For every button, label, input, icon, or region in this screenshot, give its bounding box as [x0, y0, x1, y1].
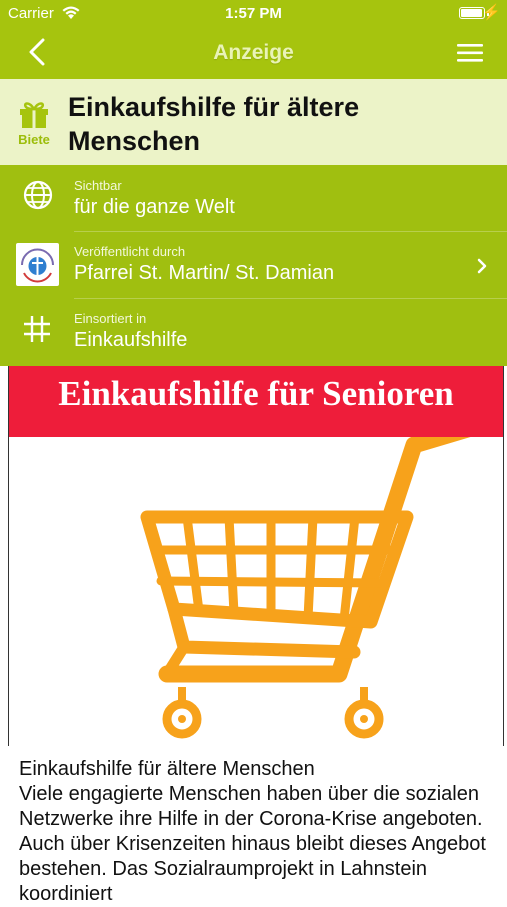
info-section: Sichtbar für die ganze Welt Veröffentlic… [0, 165, 507, 366]
charging-icon: ⚡ [482, 4, 501, 21]
description-heading: Einkaufshilfe für ältere Menschen [19, 758, 315, 780]
category-row: Einsortiert in Einkaufshilfe [0, 299, 507, 366]
parish-logo [16, 243, 59, 286]
category-value: Einkaufshilfe [74, 329, 188, 351]
publisher-row[interactable]: Veröffentlicht durch Pfarrei St. Martin/… [0, 232, 507, 299]
page-title: Anzeige [213, 41, 294, 64]
poster-banner: Einkaufshilfe für Senioren [9, 366, 503, 437]
battery-icon [459, 7, 485, 19]
listing-image: Einkaufshilfe für Senioren [8, 366, 504, 746]
menu-button[interactable] [457, 44, 483, 62]
category-label: Einsortiert in [74, 311, 147, 326]
publisher-value: Pfarrei St. Martin/ St. Damian [74, 262, 335, 284]
visibility-row: Sichtbar für die ganze Welt [0, 165, 507, 232]
listing-description: Einkaufshilfe für ältere Menschen Viele … [19, 757, 489, 907]
clock: 1:57 PM [225, 5, 282, 22]
poster-title: Einkaufshilfe für Senioren [58, 374, 454, 413]
description-body: Viele engagierte Menschen haben über die… [19, 783, 486, 905]
listing-type-label: Biete [18, 132, 50, 147]
publisher-label: Veröffentlicht durch [74, 244, 186, 259]
visibility-label: Sichtbar [74, 178, 122, 193]
gift-icon [20, 102, 48, 128]
status-bar: Carrier 1:57 PM ⚡ [0, 0, 507, 26]
battery-fill [461, 9, 482, 17]
visibility-value: für die ganze Welt [74, 196, 235, 218]
listing-title: Einkaufshilfe für ältere Menschen [68, 92, 360, 156]
parish-logo-image [21, 248, 54, 283]
navigation-bar: Anzeige [0, 26, 507, 79]
shopping-cart-icon [140, 437, 471, 739]
hashtag-icon [24, 316, 50, 342]
globe-icon [23, 180, 53, 210]
chevron-right-icon [477, 258, 487, 274]
